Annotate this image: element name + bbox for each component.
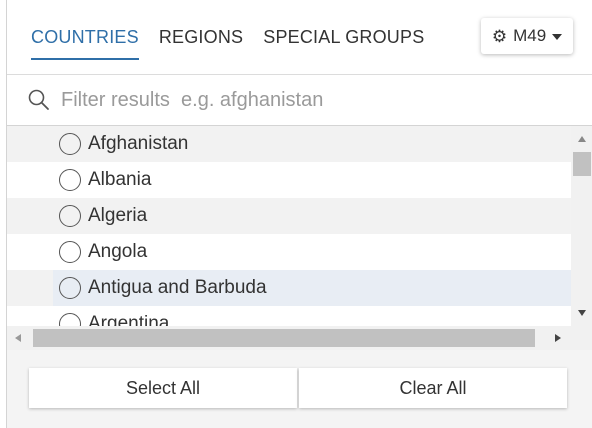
list-item[interactable]: Algeria (7, 198, 571, 234)
list-item[interactable]: Antigua and Barbuda (7, 270, 571, 306)
classification-dropdown[interactable]: ⚙ M49 (481, 18, 573, 54)
list-item[interactable]: Argentina (7, 306, 571, 326)
tab-countries[interactable]: COUNTRIES (31, 24, 139, 60)
list-item[interactable]: Angola (7, 234, 571, 270)
search-bar (27, 80, 567, 120)
select-all-button[interactable]: Select All (29, 368, 297, 408)
radio-button[interactable] (59, 169, 81, 191)
country-label: Antigua and Barbuda (88, 277, 267, 298)
header-divider (7, 74, 592, 75)
country-list: Afghanistan Albania Algeria Angola Antig… (7, 126, 571, 326)
radio-button[interactable] (59, 205, 81, 227)
vertical-scrollbar[interactable] (571, 126, 592, 326)
radio-button[interactable] (59, 133, 81, 155)
gear-icon: ⚙ (491, 26, 508, 46)
scroll-up-arrow-icon[interactable] (578, 136, 586, 142)
radio-button[interactable] (59, 241, 81, 263)
classification-label: M49 (513, 26, 547, 45)
country-label: Afghanistan (88, 133, 189, 154)
country-label: Angola (88, 241, 148, 262)
search-icon (28, 89, 49, 110)
country-label: Algeria (88, 205, 148, 226)
radio-button[interactable] (59, 313, 81, 326)
radio-button[interactable] (59, 277, 81, 299)
scroll-left-arrow-icon[interactable] (15, 334, 21, 342)
caret-down-icon (552, 34, 563, 40)
tab-special-groups[interactable]: SPECIAL GROUPS (263, 24, 424, 58)
search-input[interactable] (61, 88, 541, 112)
tab-regions[interactable]: REGIONS (159, 24, 243, 58)
horizontal-scroll-thumb[interactable] (33, 329, 535, 347)
list-item[interactable]: Afghanistan (7, 126, 571, 162)
footer-actions: Select All Clear All (7, 350, 592, 428)
scroll-right-arrow-icon[interactable] (555, 334, 561, 342)
vertical-scroll-thumb[interactable] (573, 152, 591, 176)
country-selector-panel: COUNTRIES REGIONS SPECIAL GROUPS ⚙ M49 A… (6, 0, 592, 428)
clear-all-button[interactable]: Clear All (299, 368, 567, 408)
list-item[interactable]: Albania (7, 162, 571, 198)
horizontal-scrollbar[interactable] (7, 326, 592, 350)
scroll-down-arrow-icon[interactable] (578, 310, 586, 316)
country-label: Albania (88, 169, 152, 190)
tab-bar: COUNTRIES REGIONS SPECIAL GROUPS (31, 24, 444, 60)
country-label: Argentina (88, 313, 170, 326)
